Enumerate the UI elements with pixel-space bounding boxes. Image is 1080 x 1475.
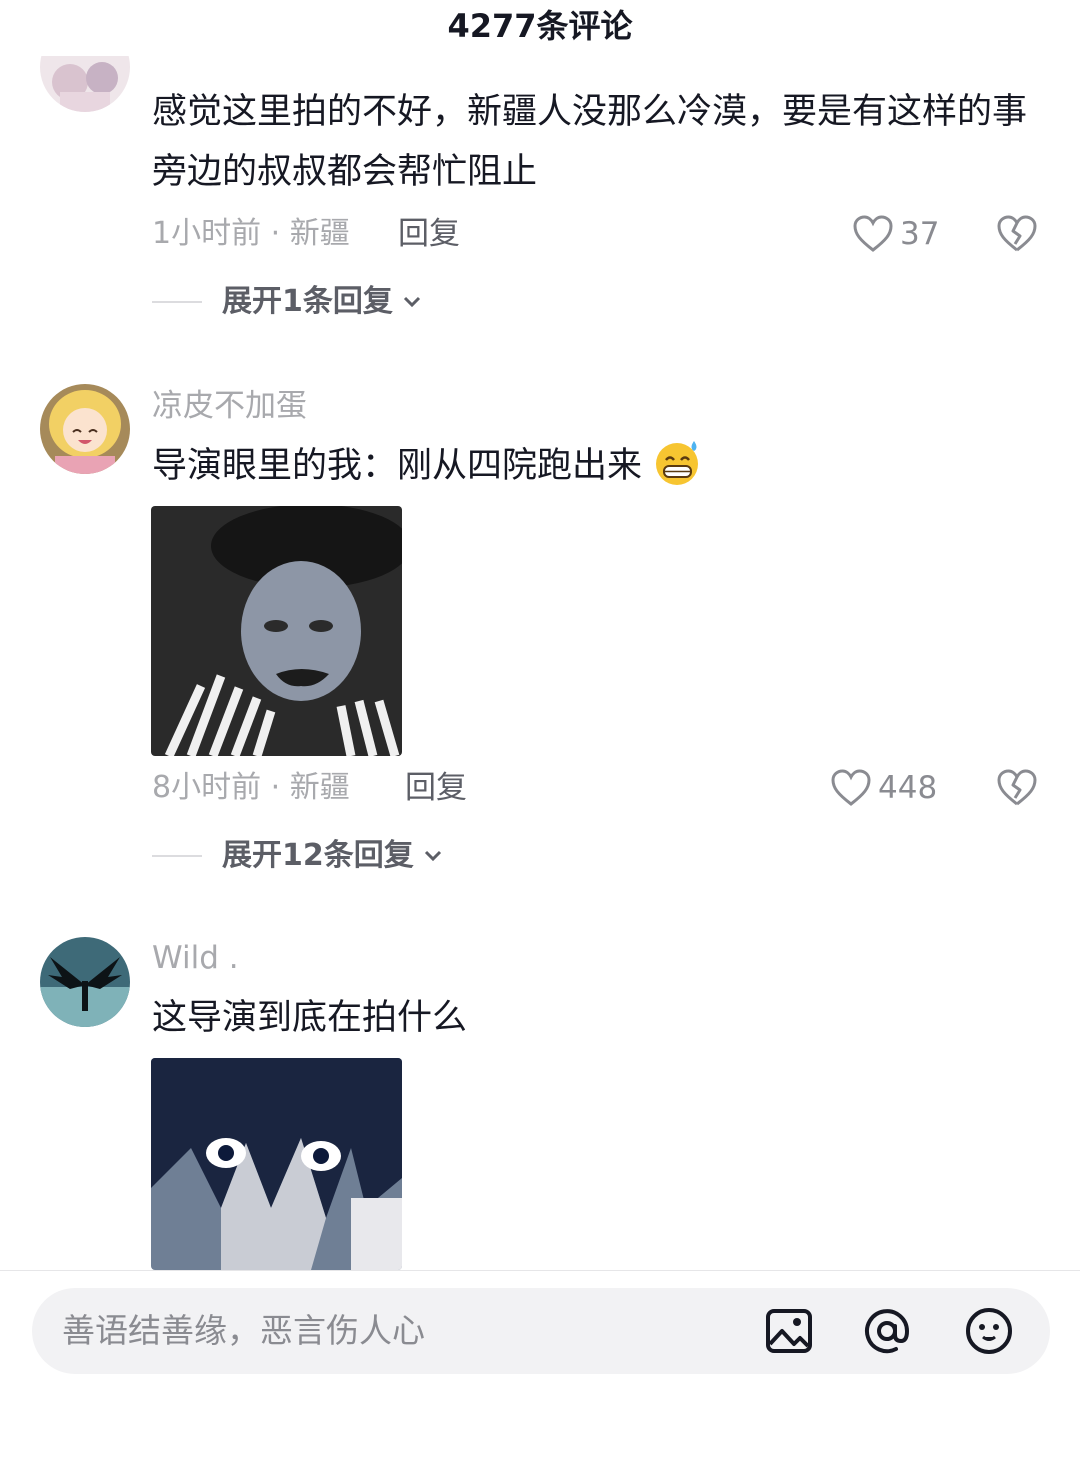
comment-input-bar[interactable]: 善语结善缘，恶言伤人心 — [32, 1288, 1050, 1374]
smiley-icon — [966, 1308, 1012, 1354]
like-button[interactable]: 37 — [852, 214, 939, 254]
comment-list[interactable]: 感觉这里拍的不好，新疆人没那么冷漠，要是有这样的事旁边的叔叔都会帮忙阻止 1小时… — [0, 56, 1080, 1270]
reply-button[interactable]: 回复 — [405, 768, 467, 808]
comment-text: 导演眼里的我：刚从四院跑出来 — [152, 446, 643, 486]
expand-replies-button[interactable]: 展开12条回复 — [152, 836, 444, 876]
divider — [152, 855, 202, 857]
avatar[interactable] — [40, 384, 130, 474]
avatar[interactable] — [40, 937, 130, 1027]
comment-time-location: 1小时前 · 新疆 — [152, 216, 350, 251]
comment-text-row: 导演眼里的我：刚从四院跑出来 — [152, 436, 1042, 496]
comment-count-title: 4277条评论 — [447, 7, 633, 45]
comment-time-location: 8小时前 · 新疆 — [152, 770, 350, 805]
heart-outline-icon — [853, 215, 893, 252]
comment-username[interactable]: 凉皮不加蛋 — [152, 386, 307, 426]
grinning-sweat-emoji — [656, 441, 699, 485]
broken-heart-icon — [997, 769, 1037, 806]
comment-image[interactable] — [151, 1058, 402, 1270]
comment-text: 这导演到底在拍什么 — [152, 998, 468, 1038]
mention-button[interactable] — [862, 1306, 912, 1356]
dislike-button[interactable] — [996, 767, 1038, 809]
dislike-button[interactable] — [996, 213, 1038, 255]
like-count: 37 — [900, 216, 940, 252]
like-button[interactable]: 448 — [830, 768, 937, 808]
divider — [152, 301, 202, 303]
expand-label: 展开1条回复 — [222, 284, 393, 319]
broken-heart-icon — [997, 215, 1037, 252]
chevron-down-icon — [403, 296, 420, 308]
image-icon — [766, 1309, 812, 1353]
comment-text: 感觉这里拍的不好，新疆人没那么冷漠，要是有这样的事旁边的叔叔都会帮忙阻止 — [152, 92, 1028, 192]
divider — [0, 1270, 1080, 1271]
comment-image[interactable] — [151, 506, 402, 756]
like-count: 448 — [878, 770, 938, 806]
comment-username[interactable]: Wild . — [152, 938, 239, 978]
comment-input[interactable]: 善语结善缘，恶言伤人心 — [62, 1308, 425, 1354]
emoji-button[interactable] — [964, 1306, 1014, 1356]
at-icon — [865, 1309, 910, 1354]
heart-outline-icon — [831, 769, 871, 806]
avatar[interactable] — [40, 56, 130, 112]
image-button[interactable] — [764, 1306, 814, 1356]
chevron-down-icon — [424, 850, 441, 862]
reply-button[interactable]: 回复 — [398, 214, 460, 254]
expand-replies-button[interactable]: 展开1条回复 — [152, 282, 423, 322]
expand-label: 展开12条回复 — [222, 838, 414, 873]
